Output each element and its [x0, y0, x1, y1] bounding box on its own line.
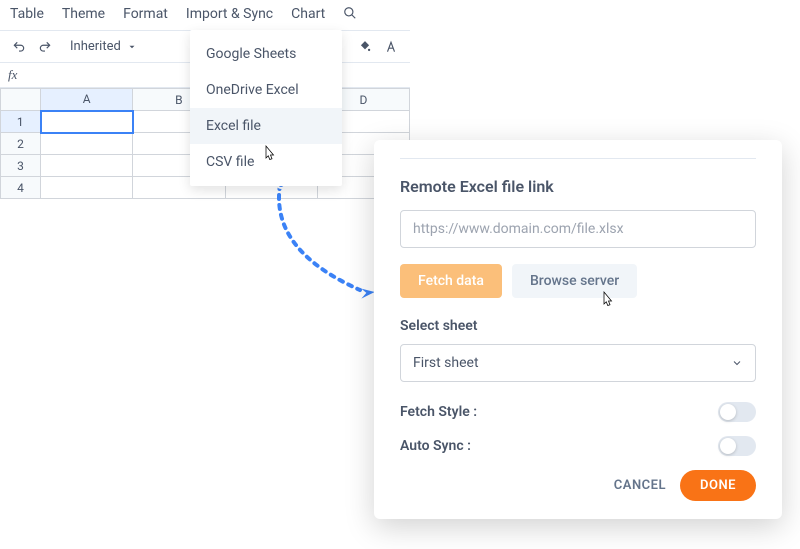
fetch-style-label: Fetch Style :: [400, 404, 477, 420]
cursor-pointer-icon: [598, 290, 616, 316]
url-input[interactable]: https://www.domain.com/file.xlsx: [400, 210, 756, 248]
row-header-2[interactable]: 2: [1, 133, 41, 155]
sheet-select[interactable]: First sheet: [400, 344, 756, 382]
remote-excel-dialog: Remote Excel file link https://www.domai…: [374, 140, 782, 519]
auto-sync-toggle[interactable]: [718, 436, 756, 456]
font-select[interactable]: Inherited: [62, 37, 145, 56]
dropdown-excel-file[interactable]: Excel file: [190, 108, 342, 144]
menu-format[interactable]: Format: [123, 6, 168, 24]
select-sheet-label: Select sheet: [400, 318, 756, 334]
fill-color-icon[interactable]: [356, 38, 374, 56]
undo-icon[interactable]: [10, 38, 28, 56]
fetch-style-row: Fetch Style :: [400, 402, 756, 422]
cell-a2[interactable]: [41, 133, 133, 155]
text-color-icon[interactable]: [382, 38, 400, 56]
divider: [400, 158, 756, 159]
cell-a1[interactable]: [41, 111, 133, 133]
auto-sync-label: Auto Sync :: [400, 438, 471, 454]
menu-import-sync[interactable]: Import & Sync: [186, 6, 273, 24]
sheet-select-value: First sheet: [413, 355, 479, 371]
browse-server-button[interactable]: Browse server: [512, 264, 637, 298]
row-header-4[interactable]: 4: [1, 177, 41, 199]
fx-label: fx: [8, 67, 17, 83]
auto-sync-row: Auto Sync :: [400, 436, 756, 456]
menu-theme[interactable]: Theme: [62, 6, 105, 24]
chevron-down-icon: [127, 42, 137, 52]
corner-cell[interactable]: [1, 89, 41, 111]
col-header-a[interactable]: A: [41, 89, 133, 111]
dropdown-google-sheets[interactable]: Google Sheets: [190, 36, 342, 72]
cursor-pointer-icon: [260, 144, 278, 170]
menu-table[interactable]: Table: [10, 6, 44, 24]
cell-a4[interactable]: [41, 177, 133, 199]
cancel-button[interactable]: CANCEL: [614, 478, 666, 493]
dropdown-onedrive-excel[interactable]: OneDrive Excel: [190, 72, 342, 108]
done-button[interactable]: DONE: [680, 470, 756, 501]
dialog-footer: CANCEL DONE: [400, 470, 756, 501]
row-header-1[interactable]: 1: [1, 111, 41, 133]
dialog-title: Remote Excel file link: [400, 177, 756, 196]
fetch-style-toggle[interactable]: [718, 402, 756, 422]
button-row: Fetch data Browse server: [400, 264, 756, 298]
font-name: Inherited: [70, 39, 121, 54]
menu-bar: Table Theme Format Import & Sync Chart: [0, 0, 410, 31]
chevron-down-icon: [731, 357, 743, 369]
row-header-3[interactable]: 3: [1, 155, 41, 177]
fetch-data-button[interactable]: Fetch data: [400, 264, 502, 298]
search-icon[interactable]: [343, 6, 357, 24]
menu-chart[interactable]: Chart: [291, 6, 325, 24]
redo-icon[interactable]: [36, 38, 54, 56]
cell-a3[interactable]: [41, 155, 133, 177]
